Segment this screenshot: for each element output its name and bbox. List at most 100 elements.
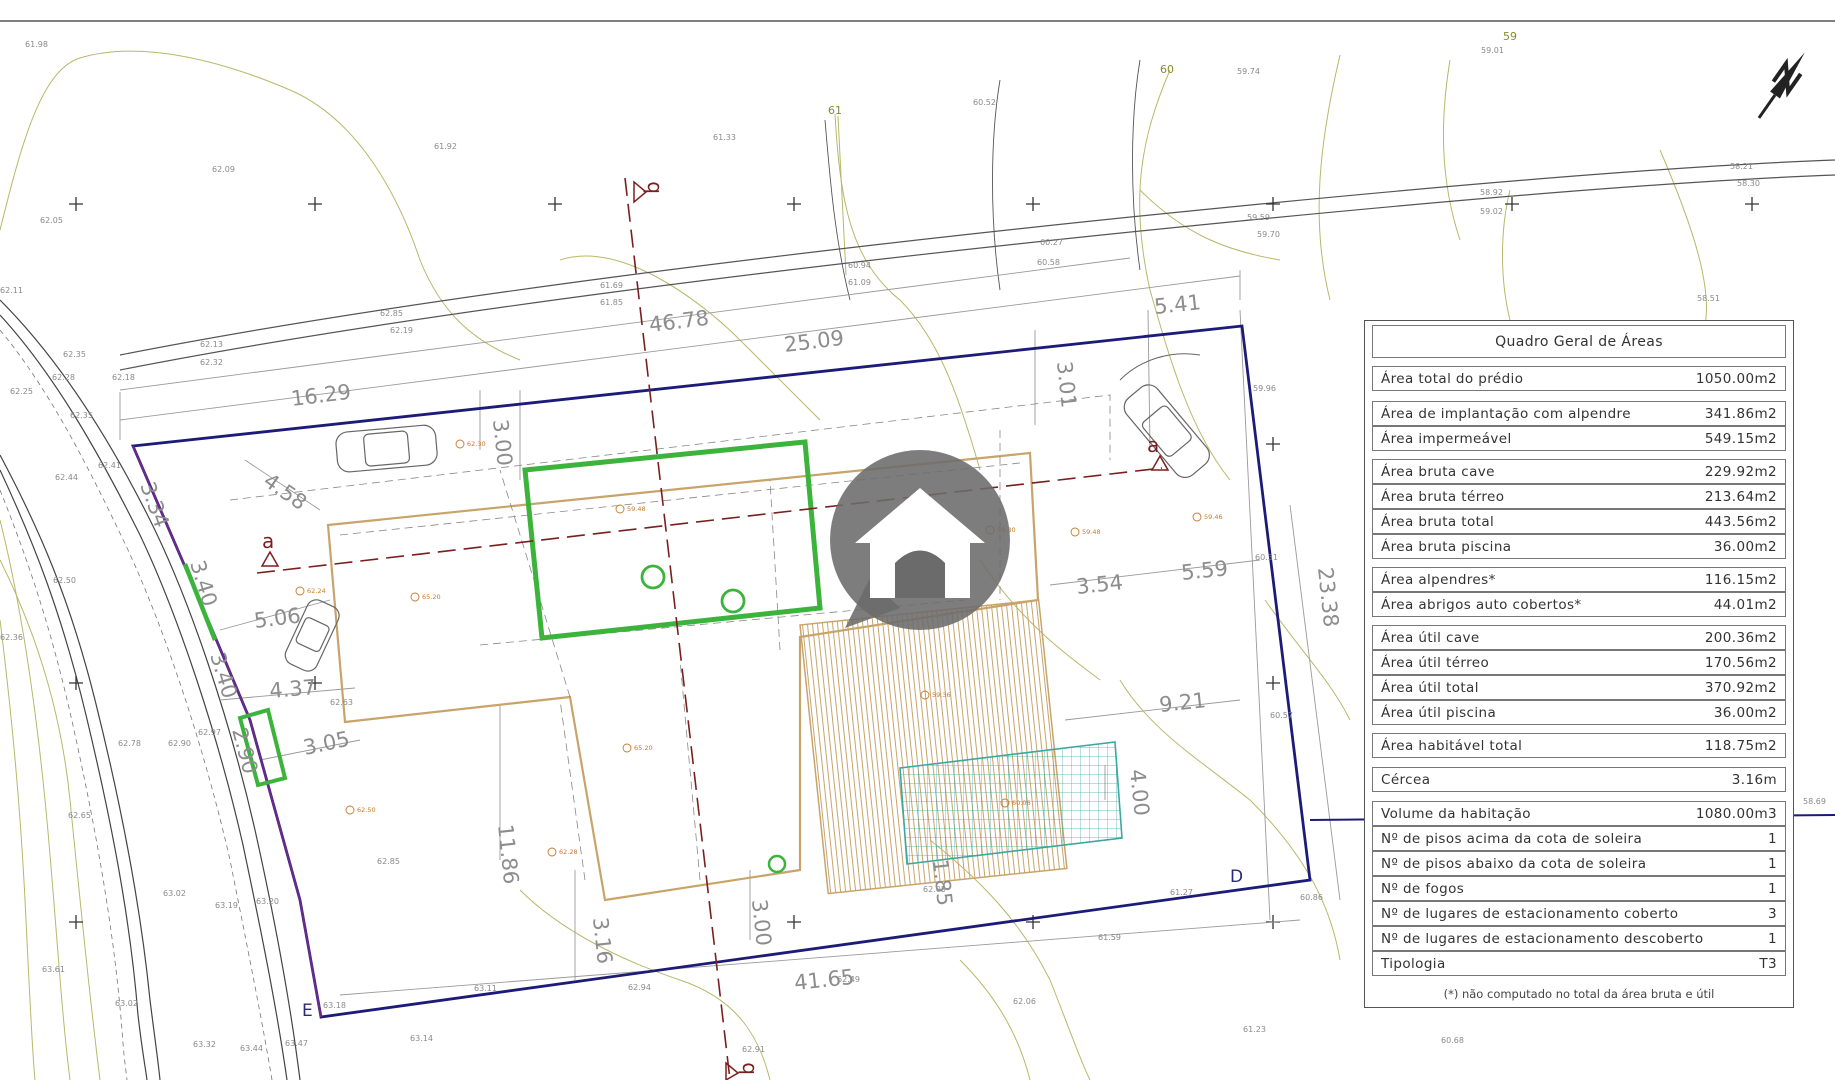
spot-height: 59.74: [1237, 67, 1260, 76]
area-table-row-label: Área útil térreo: [1381, 654, 1490, 671]
area-table-row: Área habitável total 118.75m2: [1372, 733, 1786, 758]
spot-height: 62.94: [628, 983, 651, 992]
area-table-row: Nº de fogos 1: [1372, 876, 1786, 901]
area-table-title: Quadro Geral de Áreas: [1372, 325, 1786, 358]
dim-3-16: 3.16: [588, 916, 617, 965]
spot-height: 59.96: [1253, 384, 1276, 393]
spot-height: 62.28: [52, 373, 75, 382]
area-table-row-value: 3.16m: [1731, 771, 1777, 788]
dim-5-59: 5.59: [1180, 556, 1229, 585]
area-table-row-label: Área útil piscina: [1381, 704, 1497, 721]
dim-3-54: 3.54: [1075, 570, 1124, 599]
spot-height: 62.11: [0, 286, 23, 295]
level-marker: 59.46: [1204, 513, 1223, 521]
spot-height: 61.23: [1243, 1025, 1266, 1034]
spot-height: 63.44: [240, 1044, 263, 1053]
area-table-row-label: Área alpendres*: [1381, 571, 1496, 588]
level-marker: 60.06: [1012, 799, 1031, 807]
area-table-row-label: Nº de lugares de estacionamento descober…: [1381, 930, 1704, 947]
spot-height: 58.51: [1697, 294, 1720, 303]
corner-label-d: D: [1230, 867, 1243, 887]
area-table-row-label: Área útil total: [1381, 679, 1479, 696]
spot-height: 63.14: [410, 1034, 433, 1043]
area-table-row-value: 1: [1768, 855, 1777, 872]
level-marker: 62.50: [357, 806, 376, 814]
spot-height: 61.59: [1098, 933, 1121, 942]
level-marker: 59.36: [932, 691, 951, 699]
spot-height: 60.58: [1037, 258, 1060, 267]
spot-height: 62.44: [55, 473, 78, 482]
area-table-row: Área bruta cave 229.92m2: [1372, 459, 1786, 484]
spot-height: 62.05: [40, 216, 63, 225]
dim-3-01: 3.01: [1052, 360, 1081, 409]
dim-9-21: 9.21: [1158, 688, 1207, 717]
area-table-row-value: T3: [1759, 955, 1777, 972]
boundary-purple-edge: [131, 445, 323, 1018]
area-table-row-label: Nº de pisos abaixo da cota de soleira: [1381, 855, 1647, 872]
area-table-row-value: 443.56m2: [1704, 513, 1777, 530]
area-table-row: Nº de lugares de estacionamento coberto 3: [1372, 901, 1786, 926]
contour-label-60: 60: [1160, 63, 1174, 76]
spot-height: 61.69: [600, 281, 623, 290]
north-arrow-icon: [1757, 52, 1805, 119]
level-marker: 62.24: [307, 587, 326, 595]
spot-height: 60.52: [973, 98, 996, 107]
dim-5-06: 5.06: [253, 603, 302, 633]
section-label-a-left: a: [262, 529, 274, 553]
spot-height: 61.09: [848, 278, 871, 287]
area-table-row-label: Tipologia: [1381, 955, 1446, 972]
spot-height: 62.32: [200, 358, 223, 367]
car-icons: [284, 384, 1210, 672]
spot-height: 58.21: [1730, 162, 1753, 171]
spot-height: 63.20: [256, 897, 279, 906]
area-table-row-label: Nº de pisos acima da cota de soleira: [1381, 830, 1643, 847]
spot-height: 58.69: [1803, 797, 1826, 806]
dim-23-38: 23.38: [1313, 566, 1343, 628]
spot-height: 62.78: [118, 739, 141, 748]
area-table-row-label: Área bruta térreo: [1381, 488, 1505, 505]
level-marker: 59.48: [1082, 528, 1101, 536]
dim-1-85: 1.85: [928, 858, 957, 907]
area-table-row: Área bruta piscina 36.00m2: [1372, 534, 1786, 559]
area-table-row-label: Cércea: [1381, 771, 1431, 788]
spot-height: 60.86: [1300, 893, 1323, 902]
spot-height: 62.06: [1013, 997, 1036, 1006]
contour-label-61: 61: [828, 104, 842, 117]
spot-height: 62.85: [380, 309, 403, 318]
contour-lines-dark: [824, 59, 1141, 301]
spot-height: 59.70: [1257, 230, 1280, 239]
spot-height: 62.65: [68, 811, 91, 820]
dim-11-86: 11.86: [493, 823, 523, 885]
spot-height: 58.30: [1737, 179, 1760, 188]
spot-height: 61.27: [1170, 888, 1193, 897]
area-table-row-value: 44.01m2: [1713, 596, 1777, 613]
area-table-row-value: 3: [1768, 905, 1777, 922]
dim-3-00-b: 3.00: [747, 898, 776, 947]
spot-height: 59.01: [1481, 46, 1504, 55]
area-table-row-label: Área bruta piscina: [1381, 538, 1512, 555]
spot-height: 62.35: [70, 411, 93, 420]
area-table-row-value: 1: [1768, 830, 1777, 847]
area-table-note: (*) não computado no total da área bruta…: [1443, 987, 1715, 1001]
dim-3-40-b: 3.40: [205, 649, 242, 701]
corner-label-e: E: [302, 1001, 313, 1021]
area-table-row-value: 1080.00m3: [1695, 805, 1777, 822]
spot-height: 63.32: [193, 1040, 216, 1049]
spot-height: 62.91: [742, 1045, 765, 1054]
spot-height: 60.57: [1270, 711, 1293, 720]
area-table-row: Cércea 3.16m: [1372, 767, 1786, 792]
area-table-row-value: 213.64m2: [1704, 488, 1777, 505]
area-table-row-value: 341.86m2: [1704, 405, 1777, 422]
dim-16-29: 16.29: [290, 380, 353, 411]
spot-height: 62.36: [0, 633, 23, 642]
spot-height: 63.02: [115, 999, 138, 1008]
area-table-row: Tipologia T3: [1372, 951, 1786, 976]
area-table-row-label: Área total do prédio: [1381, 370, 1524, 387]
area-table-row: Área útil piscina 36.00m2: [1372, 700, 1786, 725]
spot-height: 62.41: [98, 461, 121, 470]
spot-height: 62.35: [63, 350, 86, 359]
area-table-row-value: 36.00m2: [1713, 538, 1777, 555]
area-table-row-label: Área habitável total: [1381, 737, 1523, 754]
spot-height: 63.18: [323, 1001, 346, 1010]
area-table-row: Área total do prédio 1050.00m2: [1372, 366, 1786, 391]
